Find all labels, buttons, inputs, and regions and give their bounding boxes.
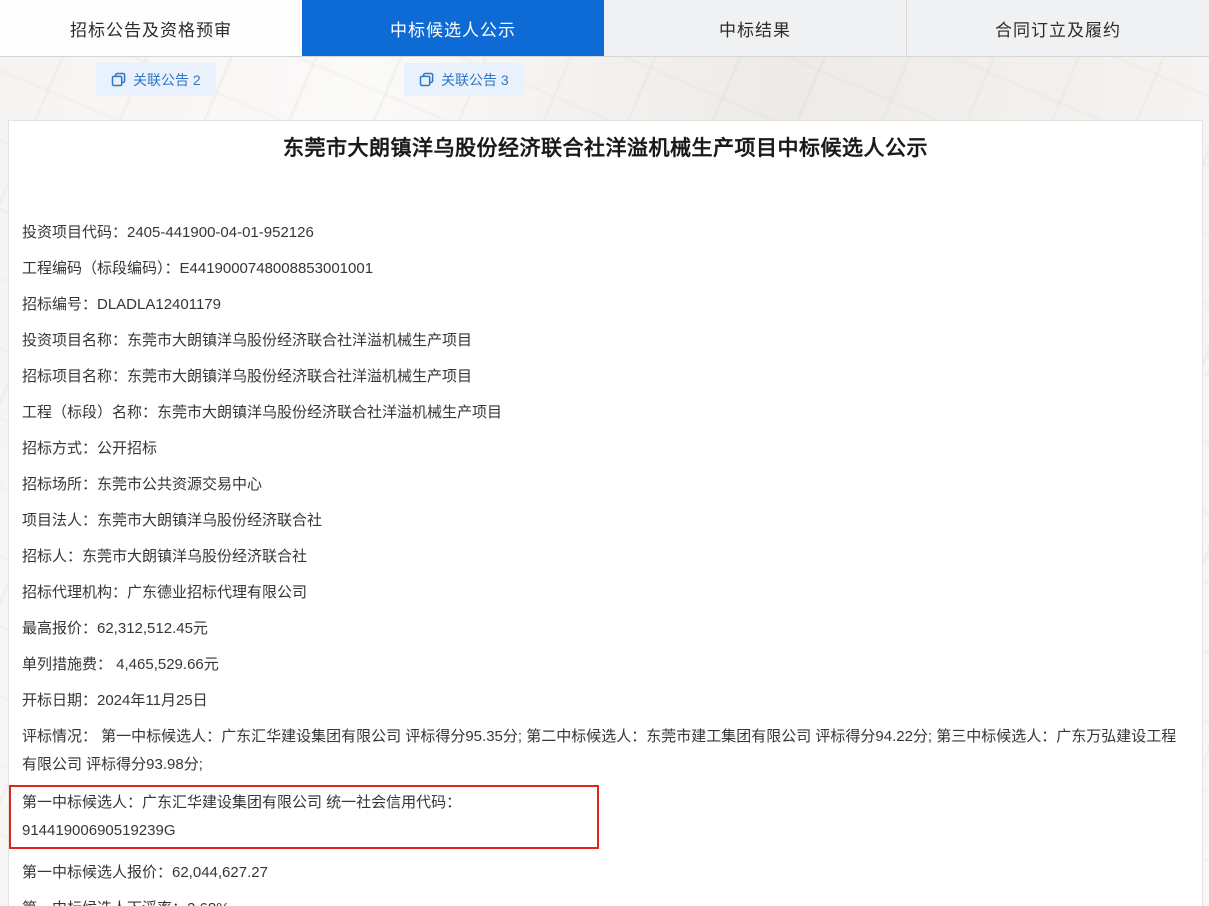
doc-line-evaluation-result: 评标情况： 第一中标候选人：广东汇华建设集团有限公司 评标得分95.35分; 第… [22, 723, 1180, 779]
doc-line-tender-venue: 招标场所：东莞市公共资源交易中心 [22, 471, 1180, 499]
related-badge-label: 关联公告 3 [441, 70, 509, 90]
doc-line-tender-method: 招标方式：公开招标 [22, 435, 1180, 463]
tab-tender-announcement[interactable]: 招标公告及资格预审 [0, 0, 302, 56]
tab-bar: 招标公告及资格预审 中标候选人公示 中标结果 合同订立及履约 [0, 0, 1209, 57]
doc-line-measure-fee: 单列措施费： 4,465,529.66元 [22, 651, 1180, 679]
related-badge-label: 关联公告 2 [133, 70, 201, 90]
doc-line-max-price: 最高报价：62,312,512.45元 [22, 615, 1180, 643]
doc-line-first-candidate-price: 第一中标候选人报价：62,044,627.27 [22, 859, 1180, 887]
doc-line-section-name: 工程（标段）名称：东莞市大朗镇洋乌股份经济联合社洋溢机械生产项目 [22, 399, 1180, 427]
doc-line-first-candidate: 第一中标候选人：广东汇华建设集团有限公司 统一社会信用代码：9144190069… [22, 794, 461, 839]
related-announcements-badge-1[interactable]: 关联公告 2 [96, 63, 216, 96]
document-body: 投资项目代码：2405-441900-04-01-952126 工程编码（标段编… [9, 219, 1202, 906]
doc-line-project-legal-person: 项目法人：东莞市大朗镇洋乌股份经济联合社 [22, 507, 1180, 535]
tab-winning-candidates[interactable]: 中标候选人公示 [302, 0, 604, 56]
copy-link-icon [111, 72, 126, 87]
doc-line-project-code: 工程编码（标段编码）：E4419000748008853001001 [22, 255, 1180, 283]
highlighted-first-candidate-red-box: 第一中标候选人：广东汇华建设集团有限公司 统一社会信用代码：9144190069… [9, 785, 599, 849]
page-title: 东莞市大朗镇洋乌股份经济联合社洋溢机械生产项目中标候选人公示 [39, 134, 1172, 164]
tab-contract-performance[interactable]: 合同订立及履约 [906, 0, 1209, 56]
related-announcements-badge-2[interactable]: 关联公告 3 [404, 63, 524, 96]
doc-line-tender-agency: 招标代理机构：广东德业招标代理有限公司 [22, 579, 1180, 607]
content-card: 东莞市大朗镇洋乌股份经济联合社洋溢机械生产项目中标候选人公示 投资项目代码：24… [8, 120, 1203, 906]
copy-link-icon [419, 72, 434, 87]
doc-line-tender-number: 招标编号：DLADLA12401179 [22, 291, 1180, 319]
tab-winning-result[interactable]: 中标结果 [604, 0, 906, 56]
doc-line-investment-project-name: 投资项目名称：东莞市大朗镇洋乌股份经济联合社洋溢机械生产项目 [22, 327, 1180, 355]
doc-line-first-candidate-discount: 第一中标候选人下浮率：2.68% [22, 895, 1180, 906]
doc-line-tender-project-name: 招标项目名称：东莞市大朗镇洋乌股份经济联合社洋溢机械生产项目 [22, 363, 1180, 391]
doc-line-investment-project-code: 投资项目代码：2405-441900-04-01-952126 [22, 219, 1180, 247]
doc-line-tenderer: 招标人：东莞市大朗镇洋乌股份经济联合社 [22, 543, 1180, 571]
doc-line-opening-date: 开标日期：2024年11月25日 [22, 687, 1180, 715]
